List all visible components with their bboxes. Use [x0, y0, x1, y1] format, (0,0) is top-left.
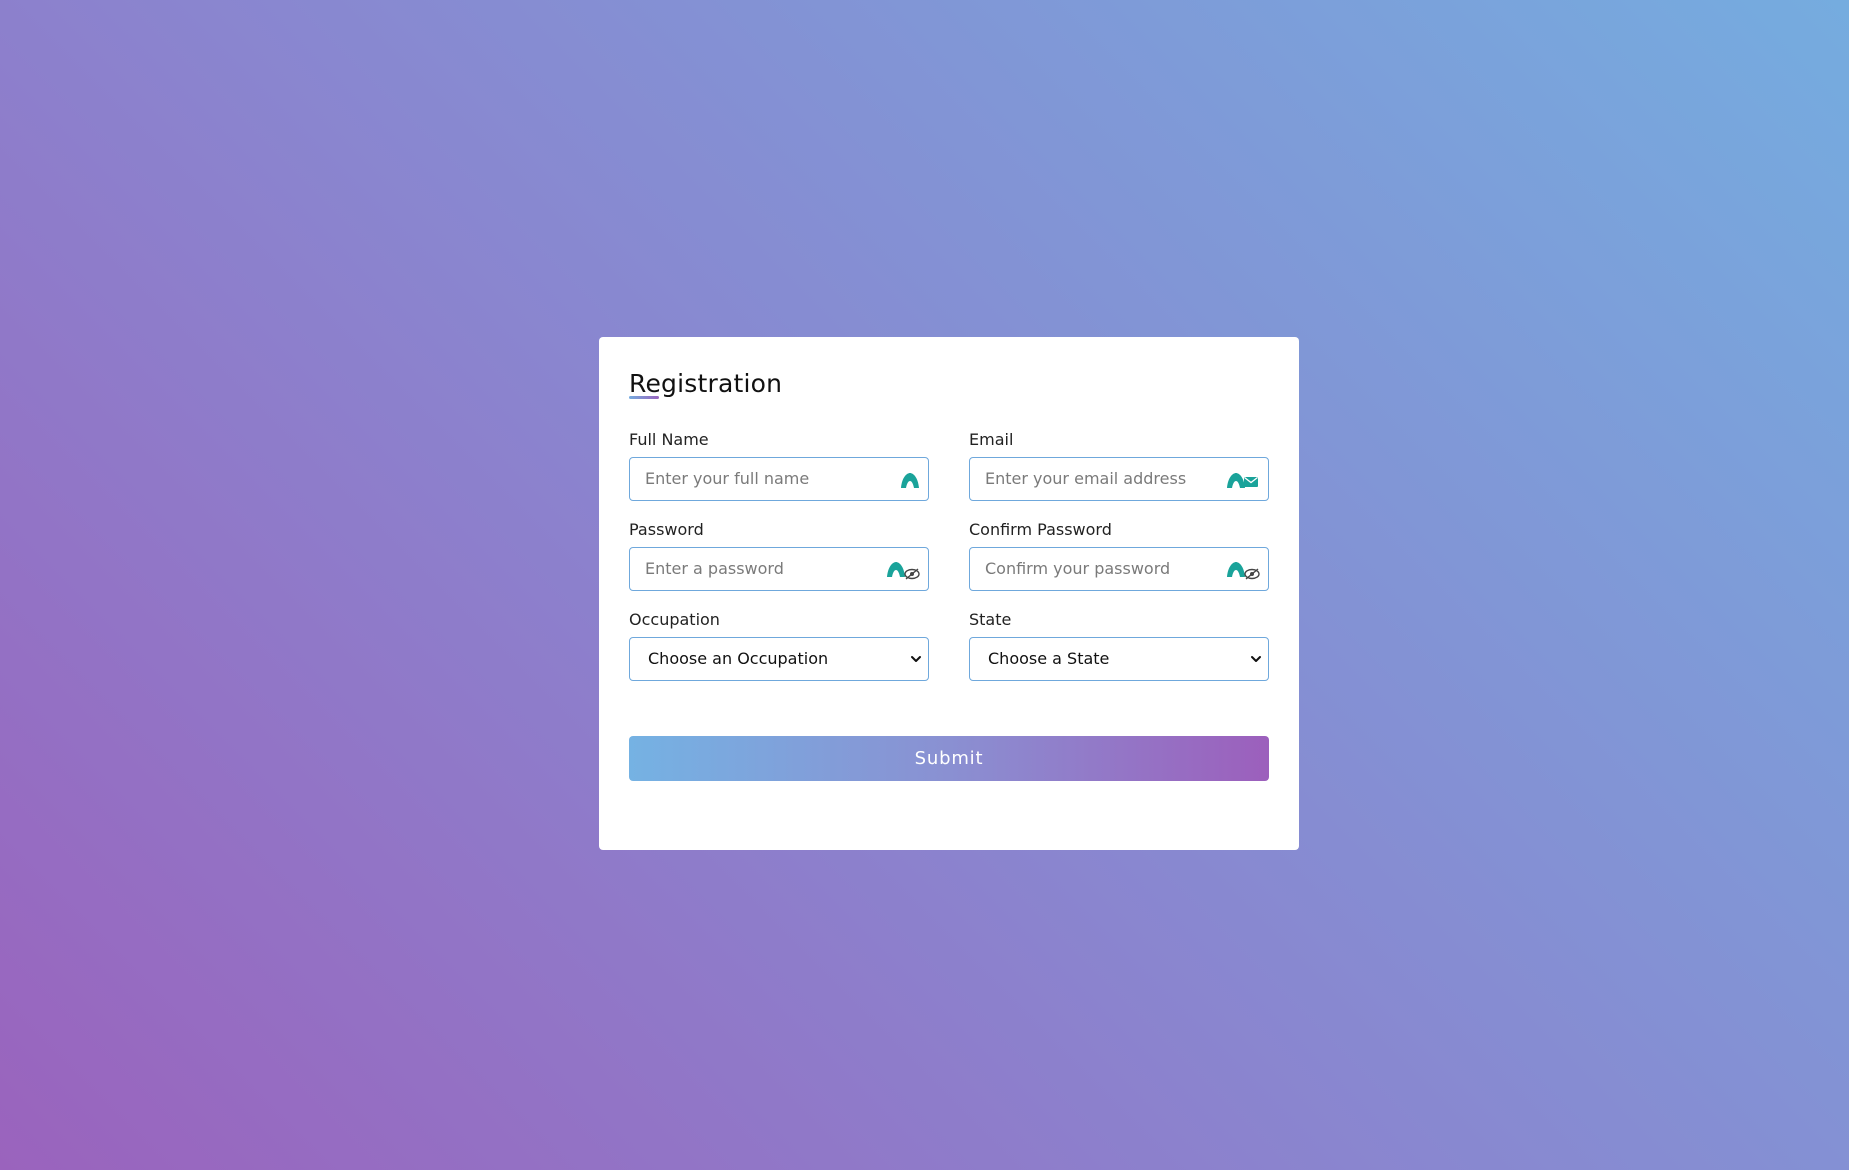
user-icon: [900, 469, 920, 491]
email-input-box: [969, 457, 1269, 501]
password-input-box: [629, 547, 929, 591]
chevron-down-icon: [1249, 651, 1263, 670]
chevron-down-icon: [909, 651, 923, 670]
full-name-input-box: [629, 457, 929, 501]
email-label: Email: [969, 430, 1014, 449]
password-input[interactable]: [630, 548, 875, 589]
form-title: Registration: [629, 369, 783, 398]
registration-card: Registration Full Name Email: [599, 337, 1299, 850]
confirm-password-input[interactable]: [970, 548, 1215, 589]
full-name-field: Full Name: [629, 429, 929, 501]
state-label: State: [969, 610, 1012, 629]
state-selected-value: Choose a State: [988, 649, 1110, 668]
confirm-password-field: Confirm Password: [969, 519, 1269, 591]
occupation-label: Occupation: [629, 610, 720, 629]
eye-slash-icon[interactable]: [886, 559, 920, 581]
confirm-password-label: Confirm Password: [969, 520, 1112, 539]
page-background: { "form": { "title": "Registration", "fi…: [0, 0, 1849, 1170]
occupation-select[interactable]: Choose an Occupation: [629, 637, 929, 681]
title-underline: [629, 396, 659, 399]
envelope-icon: [1226, 469, 1260, 491]
email-field: Email: [969, 429, 1269, 501]
password-field: Password: [629, 519, 929, 591]
password-label: Password: [629, 520, 704, 539]
occupation-selected-value: Choose an Occupation: [648, 649, 829, 668]
confirm-password-input-box: [969, 547, 1269, 591]
state-field: State Choose a State: [969, 609, 1269, 681]
email-input[interactable]: [970, 458, 1215, 499]
eye-slash-icon[interactable]: [1226, 559, 1260, 581]
state-select[interactable]: Choose a State: [969, 637, 1269, 681]
full-name-input[interactable]: [630, 458, 875, 499]
occupation-field: Occupation Choose an Occupation: [629, 609, 929, 681]
form-fields: Full Name Email: [629, 429, 1269, 681]
submit-button[interactable]: Submit: [629, 736, 1269, 781]
full-name-label: Full Name: [629, 430, 709, 449]
